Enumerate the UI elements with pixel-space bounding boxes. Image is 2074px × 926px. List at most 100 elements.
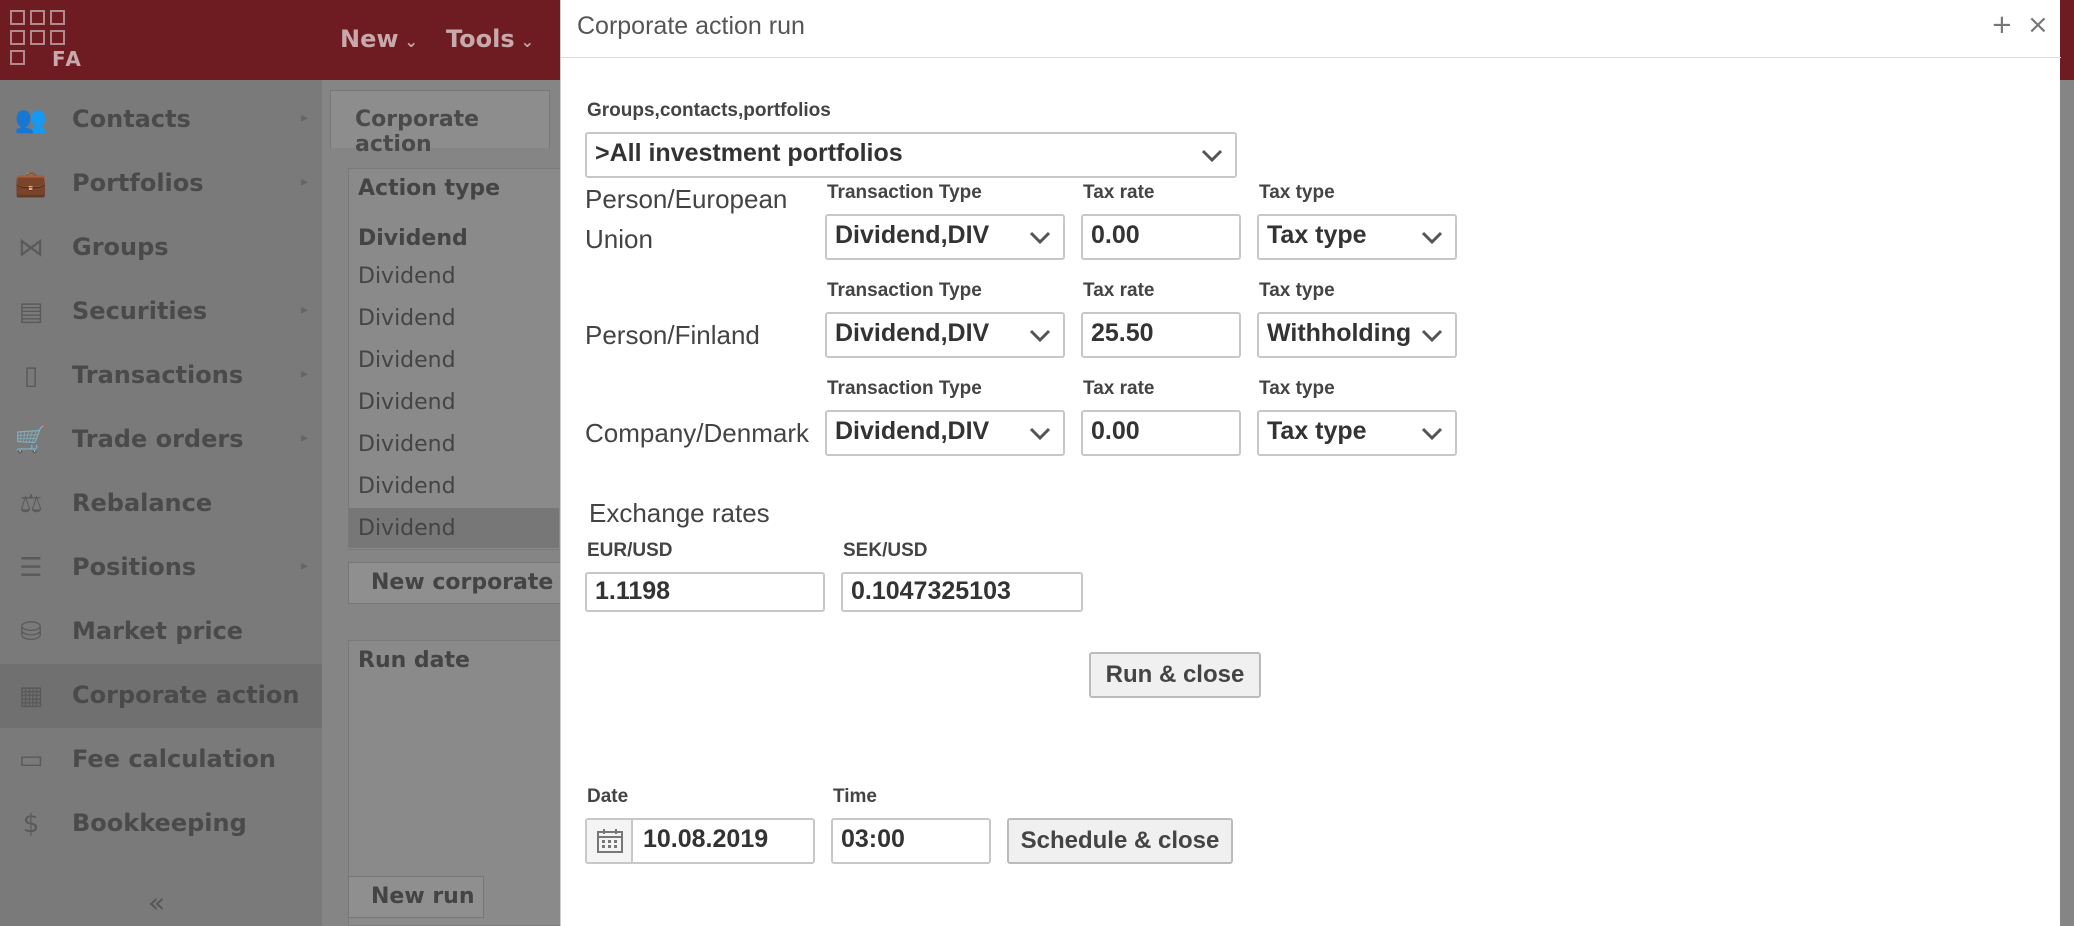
sidebar-item-label: Corporate action [72, 681, 300, 709]
list-item[interactable]: Dividend [358, 432, 456, 457]
menu-new[interactable]: New ⌄ [340, 25, 418, 53]
run-and-close-button[interactable]: Run & close [1089, 652, 1261, 698]
target-select[interactable]: >All investment portfolios [585, 132, 1237, 178]
button-label: New corporate ac [371, 570, 589, 595]
sidebar-item-label: Fee calculation [72, 745, 276, 773]
chevron-down-icon [1027, 224, 1053, 250]
date-label: Date [587, 786, 629, 807]
exchange-rates-heading: Exchange rates [589, 498, 770, 528]
list-item[interactable]: Dividend [358, 306, 456, 331]
chevron-right-icon: ▸ [300, 366, 308, 382]
logo-text: FA [52, 47, 83, 71]
chevron-right-icon: ▸ [300, 174, 308, 190]
coins-icon: ⛁ [20, 617, 42, 647]
tax-row-name: Company/Denmark [585, 418, 809, 448]
chevron-down-icon [1027, 420, 1053, 446]
tax-rate-label: Tax rate [1083, 280, 1155, 301]
tax-rate-label: Tax rate [1083, 182, 1155, 203]
transaction-type-select[interactable]: Dividend,DIV [825, 312, 1065, 358]
building-icon: ▦ [18, 681, 44, 711]
sidebar-item-securities[interactable]: ▤ Securities ▸ [0, 280, 322, 344]
sidebar-item-fee-calculation[interactable]: ▭ Fee calculation [0, 728, 322, 792]
schedule-and-close-button[interactable]: Schedule & close [1007, 818, 1233, 864]
list-item[interactable]: Dividend [358, 264, 456, 289]
sidebar-item-label: Positions [72, 553, 197, 581]
new-corporate-action-button[interactable]: New corporate ac [348, 562, 589, 604]
transaction-type-select[interactable]: Dividend,DIV [825, 214, 1065, 260]
date-input[interactable]: 10.08.2019 [585, 818, 815, 864]
menu-tools[interactable]: Tools ⌄ [446, 25, 534, 53]
sidebar-item-contacts[interactable]: 👥 Contacts ▸ [0, 88, 322, 152]
collapse-sidebar-icon[interactable]: « [148, 886, 165, 919]
new-run-button[interactable]: New run [348, 876, 484, 918]
sidebar-item-trade-orders[interactable]: 🛒 Trade orders ▸ [0, 408, 322, 472]
column-header-action-type[interactable]: Action type [358, 176, 500, 201]
dialog-title: Corporate action run [577, 12, 805, 40]
calendar-icon[interactable] [587, 820, 633, 862]
dialog-header: Corporate action run + × [561, 0, 2061, 58]
sidebar-item-label: Market price [72, 617, 244, 645]
chevron-down-icon [1027, 322, 1053, 348]
exchange-rate-label: SEK/USD [843, 540, 928, 561]
tax-type-select[interactable]: Tax type [1257, 410, 1457, 456]
close-icon[interactable]: × [2027, 10, 2049, 40]
sidebar-item-bookkeeping[interactable]: $ Bookkeeping [0, 792, 322, 856]
sidebar-item-transactions[interactable]: ▯ Transactions ▸ [0, 344, 322, 408]
sidebar-item-label: Portfolios [72, 169, 204, 197]
securities-icon: ▤ [18, 297, 44, 327]
sidebar-item-label: Rebalance [72, 489, 213, 517]
column-header-run-date[interactable]: Run date [358, 648, 470, 673]
sidebar-item-label: Bookkeeping [72, 809, 247, 837]
tax-type-label: Tax type [1259, 280, 1335, 301]
ledger-icon: $ [22, 809, 40, 839]
sidebar-item-positions[interactable]: ☰ Positions ▸ [0, 536, 322, 600]
chevron-down-icon [1419, 420, 1445, 446]
exchange-rate-label: EUR/USD [587, 540, 673, 561]
target-label: Groups,contacts,portfolios [587, 100, 831, 121]
list-icon: ☰ [19, 553, 43, 583]
sidebar: 👥 Contacts ▸ 💼 Portfolios ▸ ⋈ Groups ▤ S… [0, 80, 322, 926]
chevron-down-icon [1419, 224, 1445, 250]
list-item[interactable]: Dividend [358, 390, 456, 415]
sidebar-item-groups[interactable]: ⋈ Groups [0, 216, 322, 280]
sidebar-item-rebalance[interactable]: ⚖ Rebalance [0, 472, 322, 536]
chevron-right-icon: ▸ [300, 110, 308, 126]
time-input[interactable]: 03:00 [831, 818, 991, 864]
expand-icon[interactable]: + [1991, 10, 2013, 40]
scale-icon: ⚖ [19, 489, 43, 519]
sidebar-item-market-price[interactable]: ⛁ Market price [0, 600, 322, 664]
sidebar-item-label: Contacts [72, 105, 191, 133]
tax-row-name-line2: Union [585, 224, 653, 254]
exchange-rate-eur-usd-input[interactable]: 1.1198 [585, 572, 825, 612]
chevron-right-icon: ▸ [300, 430, 308, 446]
contacts-icon: 👥 [14, 105, 48, 135]
corporate-action-run-dialog: Corporate action run + × Groups,contacts… [560, 0, 2061, 926]
tax-row-name: Person/Finland [585, 320, 760, 350]
filter-action-type[interactable]: Dividend [358, 226, 468, 251]
receipt-icon: ▭ [18, 745, 44, 775]
sidebar-item-label: Trade orders [72, 425, 244, 453]
tax-row-name: Person/European [585, 184, 788, 214]
tax-rate-input[interactable]: 25.50 [1081, 312, 1241, 358]
share-icon: ⋈ [18, 233, 44, 263]
list-item[interactable]: Dividend [358, 348, 456, 373]
transaction-type-label: Transaction Type [827, 378, 982, 399]
tax-type-label: Tax type [1259, 378, 1335, 399]
transaction-type-select[interactable]: Dividend,DIV [825, 410, 1065, 456]
chevron-down-icon [1199, 142, 1225, 168]
date-value: 10.08.2019 [643, 825, 769, 853]
list-item[interactable]: Dividend [358, 474, 456, 499]
exchange-rate-sek-usd-input[interactable]: 0.1047325103 [841, 572, 1083, 612]
tax-rate-input[interactable]: 0.00 [1081, 214, 1241, 260]
tax-type-select[interactable]: Tax type [1257, 214, 1457, 260]
transaction-type-label: Transaction Type [827, 182, 982, 203]
tax-type-select[interactable]: Withholding [1257, 312, 1457, 358]
portfolio-icon: 💼 [14, 169, 48, 199]
sidebar-item-portfolios[interactable]: 💼 Portfolios ▸ [0, 152, 322, 216]
sidebar-item-corporate-action[interactable]: ▦ Corporate action [0, 664, 322, 728]
list-item[interactable]: Dividend [358, 516, 456, 541]
chevron-down-icon: ⌄ [404, 32, 418, 51]
tab-corporate-action[interactable]: Corporate action [330, 90, 550, 157]
tax-rate-input[interactable]: 0.00 [1081, 410, 1241, 456]
cart-icon: 🛒 [14, 425, 48, 455]
